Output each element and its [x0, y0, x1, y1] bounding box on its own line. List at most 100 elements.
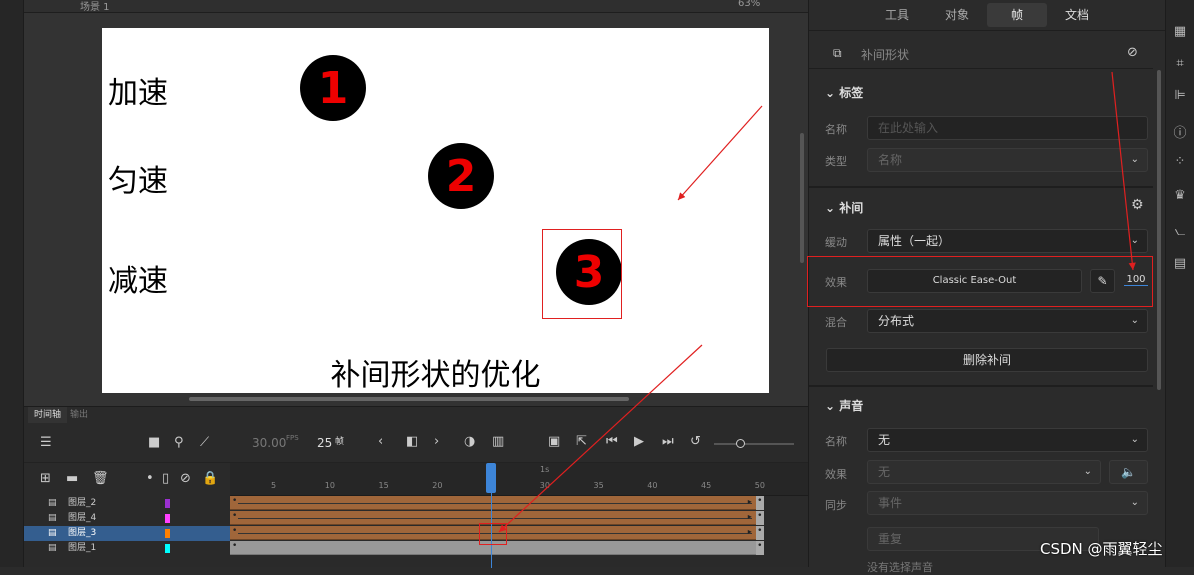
- name-label: 名称: [825, 123, 847, 136]
- zoom-slider[interactable]: [714, 439, 794, 448]
- panel-header: 补间形状: [861, 48, 910, 62]
- edit-multiple-icon[interactable]: ▥: [492, 434, 504, 449]
- next-keyframe-icon[interactable]: ›: [434, 434, 439, 449]
- label-uniform: 匀速: [108, 164, 168, 199]
- type-label: 类型: [825, 155, 847, 168]
- blend-select[interactable]: 分布式 ⌄: [867, 309, 1148, 333]
- stage-header: 场景 1 63%: [24, 0, 808, 13]
- tools-toolbar: [0, 0, 24, 567]
- annotation-box: [479, 523, 507, 545]
- align-icon[interactable]: ⊫: [1172, 88, 1188, 104]
- layer-name: 图层_4: [68, 513, 97, 523]
- sound-name-select[interactable]: 无 ⌄: [867, 428, 1148, 452]
- layer-row[interactable]: ▤ 图层_2: [24, 496, 230, 511]
- layer-color[interactable]: [165, 529, 170, 538]
- sync-label: 同步: [825, 499, 847, 512]
- open-external-icon[interactable]: ⊘: [1127, 45, 1138, 60]
- rewind-icon[interactable]: ↺: [690, 434, 701, 449]
- watermark: CSDN @雨翼轻尘: [1040, 540, 1163, 558]
- shape-tween-icon: ⧉: [833, 46, 842, 60]
- frame-ruler[interactable]: 1s 5101520253035404550: [230, 463, 808, 496]
- outline-icon[interactable]: ▯: [162, 471, 169, 486]
- tab-document[interactable]: 文档: [1047, 3, 1107, 27]
- label-section-title[interactable]: ⌄ 标签: [825, 84, 863, 101]
- annotation-box: [807, 256, 1153, 307]
- layer-row[interactable]: ▤ 图层_3: [24, 526, 230, 541]
- center-frame-icon[interactable]: ▣: [548, 434, 560, 449]
- dot-icon[interactable]: •: [146, 471, 154, 486]
- tween-section-title[interactable]: ⌄ 补间: [825, 199, 863, 216]
- label-decelerate: 减速: [108, 264, 168, 299]
- ruler-tick: 45: [701, 481, 712, 490]
- shape-tween-span[interactable]: ▸ • •: [230, 496, 764, 510]
- new-layer-icon[interactable]: ⊞: [40, 471, 51, 486]
- fps-value[interactable]: 30.00: [252, 436, 286, 450]
- info-icon[interactable]: ⓘ: [1172, 122, 1188, 141]
- layer-color[interactable]: [165, 544, 170, 553]
- layer-name: 图层_2: [68, 498, 97, 508]
- lock-icon[interactable]: 🔒: [202, 471, 218, 486]
- folder-icon[interactable]: ▬: [66, 471, 78, 486]
- ruler-tick: 30: [539, 481, 550, 490]
- library-icon[interactable]: ▦: [1172, 24, 1188, 40]
- layers-icon[interactable]: ☰: [40, 435, 52, 450]
- layer-row[interactable]: ▤ 图层_4: [24, 511, 230, 526]
- sync-select[interactable]: 事件 ⌄: [867, 491, 1148, 515]
- layer-row[interactable]: ▤ 图层_1: [24, 541, 230, 556]
- graph-icon[interactable]: ⟋: [200, 435, 209, 450]
- ease-select[interactable]: 属性（一起） ⌄: [867, 229, 1148, 253]
- ruler-tick: 50: [754, 481, 765, 490]
- visibility-icon[interactable]: ⊘: [180, 471, 191, 486]
- ruler-time: 1s: [540, 465, 550, 474]
- properties-panel: 工具 对象 帧 文档 ⧉ 补间形状 ⊘ ⌄ 标签 名称 在此处输入 类型 名称 ⌄…: [807, 0, 1166, 574]
- circle-1[interactable]: 1: [300, 55, 366, 121]
- assets-icon[interactable]: ♛: [1172, 188, 1188, 204]
- onion-skin-icon[interactable]: ◑: [464, 434, 475, 449]
- sound-effect-select[interactable]: 无 ⌄: [867, 460, 1101, 484]
- label-type-select[interactable]: 名称 ⌄: [867, 148, 1148, 172]
- ruler-tick: 10: [324, 481, 335, 490]
- tab-frame[interactable]: 帧: [987, 3, 1047, 27]
- ruler-tick: 35: [593, 481, 604, 490]
- hierarchy-icon[interactable]: ⚲: [174, 435, 184, 450]
- scene-selector[interactable]: 场景 1: [80, 0, 110, 13]
- circle-2[interactable]: 2: [428, 143, 494, 209]
- tab-output[interactable]: 输出: [64, 407, 94, 423]
- frame-value[interactable]: 25: [317, 436, 332, 450]
- delete-tween-button[interactable]: 删除补间: [826, 348, 1148, 372]
- transform-icon[interactable]: ⌗: [1172, 56, 1188, 72]
- zoom-field[interactable]: 63%: [738, 0, 760, 9]
- gear-icon[interactable]: ⚙: [1131, 197, 1144, 213]
- swatches-icon[interactable]: ⁘: [1172, 154, 1188, 170]
- layer-icon: ▤: [48, 543, 57, 553]
- panel-scrollbar[interactable]: [1157, 70, 1161, 390]
- camera-icon[interactable]: ■: [148, 435, 160, 450]
- sound-effect-label: 效果: [825, 468, 847, 481]
- annotation-box: [542, 229, 622, 319]
- layer-color[interactable]: [165, 499, 170, 508]
- insert-keyframe-icon[interactable]: ◧: [406, 434, 418, 449]
- components-icon[interactable]: ▤: [1172, 256, 1188, 272]
- step-back-icon[interactable]: ⏮: [606, 434, 618, 449]
- play-icon[interactable]: ▶: [634, 434, 644, 449]
- vertical-scrollbar[interactable]: [800, 133, 804, 263]
- label-name-input[interactable]: 在此处输入: [867, 116, 1148, 140]
- loop-icon[interactable]: ⇱: [576, 434, 587, 449]
- motion-editor-icon[interactable]: ⦦: [1172, 224, 1188, 240]
- trash-icon[interactable]: 🗑: [92, 471, 109, 486]
- speaker-icon[interactable]: 🔈: [1109, 460, 1148, 484]
- layer-color[interactable]: [165, 514, 170, 523]
- no-sound-text: 没有选择声音: [867, 561, 933, 574]
- prev-keyframe-icon[interactable]: ‹: [378, 434, 383, 449]
- playhead[interactable]: [486, 463, 496, 493]
- stage-canvas[interactable]: 加速 匀速 减速 1 2 3 补间形状的优化: [102, 28, 769, 393]
- frame-unit: 帧: [335, 437, 345, 447]
- horizontal-scrollbar[interactable]: [189, 397, 629, 401]
- tab-timeline[interactable]: 时间轴: [28, 407, 68, 423]
- sound-section-title[interactable]: ⌄ 声音: [825, 397, 863, 414]
- tab-tools[interactable]: 工具: [867, 3, 927, 27]
- ruler-tick: 5: [271, 481, 277, 490]
- layer-icon: ▤: [48, 498, 57, 508]
- tab-object[interactable]: 对象: [927, 3, 987, 27]
- step-forward-icon[interactable]: ⏭: [662, 434, 674, 449]
